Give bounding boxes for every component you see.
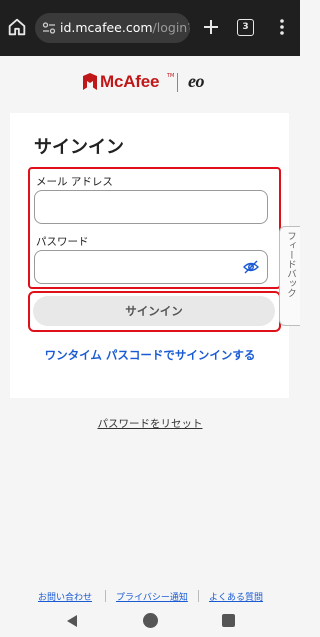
email-field[interactable] — [34, 190, 268, 224]
url-path: /login?sta — [152, 20, 190, 35]
credentials-highlight: メール アドレス パスワード — [28, 167, 281, 289]
faq-link[interactable]: よくある質問 — [209, 590, 263, 603]
url-domain: id.mcafee.com — [60, 20, 153, 35]
plus-icon[interactable] — [201, 17, 221, 37]
privacy-link[interactable]: プライバシー通知 — [116, 590, 188, 603]
reset-password-link[interactable]: パスワードをリセット — [0, 416, 300, 431]
recents-icon[interactable] — [222, 614, 235, 627]
kebab-menu-icon[interactable] — [276, 17, 288, 37]
home-circle-icon[interactable] — [143, 613, 158, 628]
feedback-label: フィードバック — [285, 231, 296, 298]
address-bar[interactable]: id.mcafee.com/login?sta — [35, 13, 190, 43]
browser-toolbar: id.mcafee.com/login?sta 3 — [0, 0, 300, 56]
contact-link[interactable]: お問い合わせ — [38, 590, 92, 603]
one-time-passcode-link[interactable]: ワンタイム パスコードでサインインする — [40, 347, 260, 363]
system-nav-bar — [0, 607, 300, 637]
brand-logo: McAfee TM eo — [0, 71, 300, 96]
signin-button-highlight: サインイン — [28, 291, 281, 332]
footer-separator — [198, 590, 199, 602]
tab-switcher-button[interactable]: 3 — [237, 19, 254, 36]
footer-links: お問い合わせ プライバシー通知 よくある質問 — [0, 590, 300, 604]
footer-separator — [105, 590, 106, 602]
brand-name: McAfee — [100, 72, 160, 91]
page-title: サインイン — [34, 137, 124, 158]
trademark-mark: TM — [167, 73, 175, 79]
home-icon[interactable] — [6, 16, 28, 38]
feedback-tab[interactable]: フィードバック — [279, 226, 300, 326]
signin-button[interactable]: サインイン — [33, 296, 275, 326]
url-text: id.mcafee.com/login?sta — [60, 20, 190, 35]
email-label: メール アドレス — [36, 176, 113, 188]
signin-card: サインイン メール アドレス パスワード サインイン ワンタイム パスコードでサ… — [10, 113, 289, 398]
partner-logo: eo — [188, 71, 205, 91]
eye-slash-icon[interactable] — [243, 260, 259, 274]
password-label: パスワード — [36, 236, 89, 248]
back-icon[interactable] — [66, 614, 78, 628]
password-field[interactable] — [34, 250, 268, 284]
site-settings-icon[interactable] — [42, 21, 56, 35]
logo-divider — [177, 73, 178, 92]
mcafee-shield-icon — [83, 73, 97, 90]
